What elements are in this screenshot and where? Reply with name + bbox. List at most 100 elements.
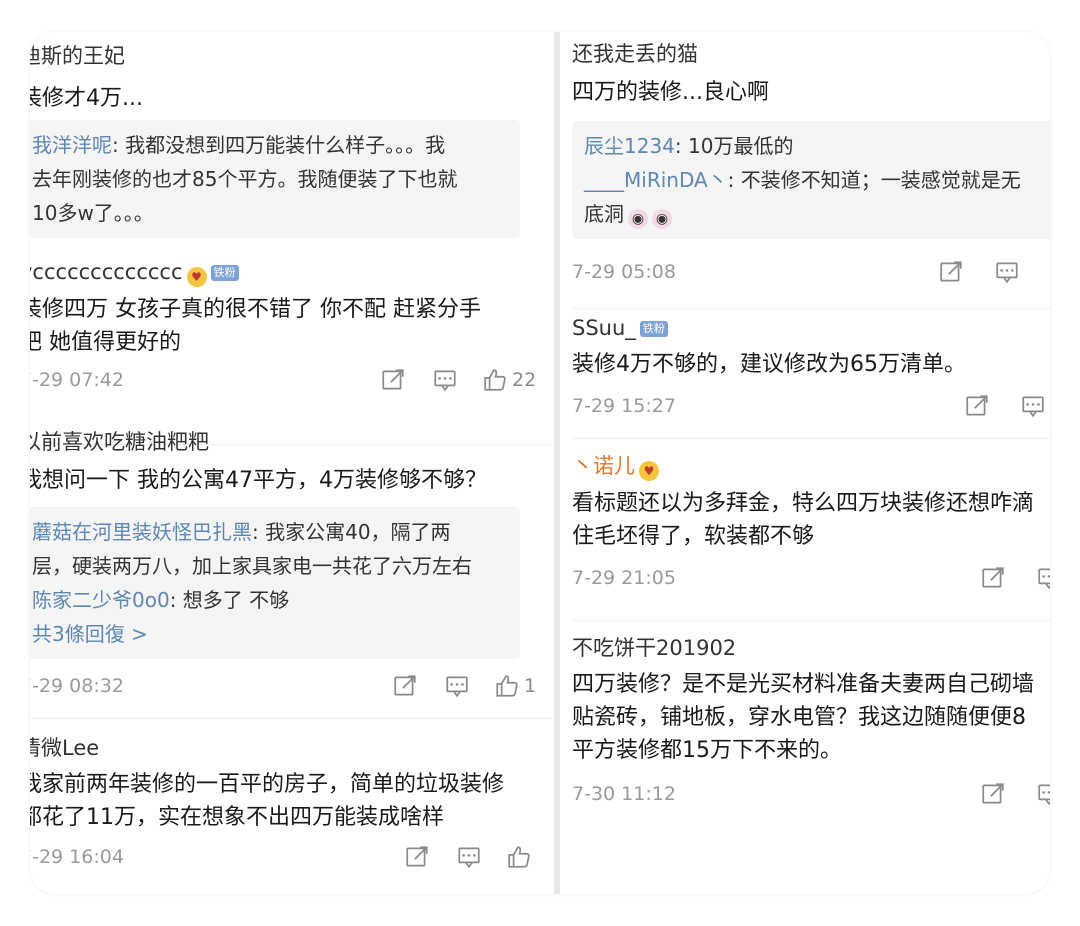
comment-icon[interactable] <box>1020 393 1046 419</box>
comment-text: 看标题还以为多拜金，特么四万块装修还想咋滴 <box>572 491 1035 516</box>
timestamp: 7-29 08:32 <box>30 675 124 697</box>
divider-line <box>572 308 1050 309</box>
like-button[interactable] <box>506 844 532 870</box>
comment-meta: 7-29 21:05 <box>572 565 1050 595</box>
share-icon[interactable] <box>980 565 1006 591</box>
comment-text: 我家前两年装修的一百平的房子，简单的垃圾装修 <box>30 772 505 797</box>
comment-username[interactable]: 以前喜欢吃糖油粑粑 <box>30 428 552 456</box>
like-button[interactable]: 1 <box>494 673 536 699</box>
crying-face-emoji-icon: ◉ <box>628 209 648 229</box>
comment-icon[interactable] <box>1036 781 1050 807</box>
reply-line: 层，硬装两万八，加上家具家电一共花了六万左右 <box>32 554 472 578</box>
reply-box[interactable]: 我洋洋呢: 我都没想到四万能装什么样子。。。我 去年刚装修的也才85个平方。我随… <box>30 120 520 238</box>
reply-line: 蘑菇在河里装妖怪巴扎黑: 我家公寓40，隔了两 <box>32 520 451 544</box>
comment-username[interactable]: 清微Lee <box>30 734 552 762</box>
share-icon[interactable] <box>980 781 1006 807</box>
comment-text: 装修4万不够的，建议修改为65万清单。 <box>572 352 966 377</box>
comment-meta: 7-29 15:27 <box>572 393 1050 423</box>
like-count: 22 <box>512 369 537 391</box>
comment-text: 都花了11万，实在想象不出四万能装成啥样 <box>30 805 444 830</box>
share-icon[interactable] <box>964 393 990 419</box>
reply-line: 底洞 ◉ ◉ <box>584 197 1050 231</box>
timestamp: 7-29 15:27 <box>572 395 676 417</box>
comment-icon[interactable] <box>994 259 1020 285</box>
share-icon[interactable] <box>404 844 430 870</box>
reply-line: 10多w了。。。 <box>32 201 154 225</box>
timestamp: 7-29 21:05 <box>572 567 676 589</box>
heart-emoji-icon: ♥ <box>639 461 659 481</box>
share-icon[interactable] <box>938 259 964 285</box>
comment-meta: 7-29 16:04 <box>30 844 542 874</box>
comment-username[interactable]: 还我走丢的猫 <box>572 40 1050 68</box>
view-more-replies-link[interactable]: 共3條回復 > <box>32 617 508 651</box>
reply-box[interactable]: 蘑菇在河里装妖怪巴扎黑: 我家公寓40，隔了两 层，硬装两万八，加上家具家电一共… <box>30 507 520 659</box>
comment-item: SSuu_ 铁粉 装修4万不够的，建议修改为65万清单。 7-29 15:27 <box>572 314 1050 423</box>
divider-line <box>572 438 1050 439</box>
share-icon[interactable] <box>380 367 406 393</box>
timestamp: 7-30 11:12 <box>572 783 676 805</box>
comment-meta: 7-29 07:42 22 <box>30 367 542 397</box>
comment-username[interactable]: SSuu_ 铁粉 <box>572 314 1050 342</box>
comment-text: 四万的装修...良心啊 <box>572 80 769 105</box>
thumbs-up-icon <box>484 369 506 391</box>
like-button[interactable] <box>1048 259 1050 285</box>
comment-text: 装修才4万... <box>30 86 143 111</box>
comment-text: 我想问一下 我的公寓47平方，4万装修够不够？ <box>30 468 487 493</box>
timestamp: 7-29 07:42 <box>30 369 124 391</box>
thumbs-up-icon <box>508 846 530 868</box>
fan-badge: 铁粉 <box>210 265 239 281</box>
screenshot-collage: 迪斯的王妃 装修才4万... 我洋洋呢: 我都没想到四万能装什么样子。。。我 去… <box>30 32 1050 894</box>
comment-meta: 7-30 11:12 <box>572 781 1050 811</box>
comment-icon[interactable] <box>444 673 470 699</box>
comment-item: 不吃饼干201902 四万装修？是不是光买材料准备夫妻两自己砌墙 贴瓷砖，铺地板… <box>572 634 1050 811</box>
comment-item: 丶诺儿 ♥ 看标题还以为多拜金，特么四万块装修还想咋滴 住毛坯得了，软装都不够 7… <box>572 452 1050 595</box>
divider-line <box>572 620 1050 621</box>
left-comment-column: 迪斯的王妃 装修才4万... 我洋洋呢: 我都没想到四万能装什么样子。。。我 去… <box>30 32 552 894</box>
reply-username[interactable]: ____MiRinDA丶 <box>584 168 728 192</box>
comment-icon[interactable] <box>1036 565 1050 591</box>
comment-username[interactable]: 丶诺儿 ♥ <box>572 452 1050 481</box>
reply-username[interactable]: 陈家二少爷0o0 <box>32 588 170 612</box>
reply-username[interactable]: 我洋洋呢 <box>32 133 112 157</box>
comment-icon[interactable] <box>432 367 458 393</box>
comment-text: 吧 她值得更好的 <box>30 330 181 355</box>
comment-username[interactable]: yccccccccccccc ♥ 铁粉 <box>30 258 552 287</box>
reply-line: 陈家二少爷0o0: 想多了 不够 <box>32 588 290 612</box>
heart-emoji-icon: ♥ <box>186 267 207 287</box>
comment-text: 贴瓷砖，铺地板，穿水电管？我这边随随便便8 <box>572 705 1026 730</box>
comment-item: 还我走丢的猫 四万的装修...良心啊 辰尘1234: 10万最低的 ____Mi… <box>572 40 1050 289</box>
reply-line: 我洋洋呢: 我都没想到四万能装什么样子。。。我 <box>32 133 446 157</box>
reply-line: 辰尘1234: 10万最低的 <box>584 134 794 158</box>
column-divider <box>554 32 560 894</box>
comment-text: 平方装修都15万下不来的。 <box>572 738 842 763</box>
comment-item: 迪斯的王妃 装修才4万... <box>30 42 552 115</box>
comment-item: 清微Lee 我家前两年装修的一百平的房子，简单的垃圾装修 都花了11万，实在想象… <box>30 734 552 874</box>
timestamp: 7-29 05:08 <box>572 261 676 283</box>
comment-text: 住毛坯得了，软装都不够 <box>572 524 815 549</box>
comment-item: yccccccccccccc ♥ 铁粉 装修四万 女孩子真的很不错了 你不配 赶紧分… <box>30 258 552 397</box>
reply-username[interactable]: 辰尘1234 <box>584 134 675 158</box>
reply-username[interactable]: 蘑菇在河里装妖怪巴扎黑 <box>32 520 252 544</box>
comment-text: 四万装修？是不是光买材料准备夫妻两自己砌墙 <box>572 672 1035 697</box>
right-comment-column: 还我走丢的猫 四万的装修...良心啊 辰尘1234: 10万最低的 ____Mi… <box>562 32 1050 894</box>
comment-meta: 7-29 08:32 1 <box>30 673 542 703</box>
fan-badge: 铁粉 <box>639 321 668 337</box>
reply-line: ____MiRinDA丶: 不装修不知道；一装感觉就是无 <box>584 168 1021 192</box>
like-count: 1 <box>524 675 537 697</box>
comment-username[interactable]: 不吃饼干201902 <box>572 634 1050 662</box>
thumbs-up-icon <box>496 675 518 697</box>
share-icon[interactable] <box>392 673 418 699</box>
timestamp: 7-29 16:04 <box>30 846 124 868</box>
reply-box[interactable]: 辰尘1234: 10万最低的 ____MiRinDA丶: 不装修不知道；一装感觉… <box>572 121 1050 239</box>
comment-meta: 7-29 05:08 <box>572 259 1050 289</box>
like-button[interactable]: 22 <box>482 367 536 393</box>
comment-text: 装修四万 女孩子真的很不错了 你不配 赶紧分手 <box>30 297 481 322</box>
crying-face-emoji-icon: ◉ <box>652 209 672 229</box>
comment-username[interactable]: 迪斯的王妃 <box>30 42 552 70</box>
reply-line: 去年刚装修的也才85个平方。我随便装了下也就 <box>32 167 458 191</box>
thumbs-up-icon <box>1048 259 1050 285</box>
comment-icon[interactable] <box>456 844 482 870</box>
reply-thread: 我洋洋呢: 我都没想到四万能装什么样子。。。我 去年刚装修的也才85个平方。我随… <box>30 120 552 238</box>
comment-item: 以前喜欢吃糖油粑粑 我想问一下 我的公寓47平方，4万装修够不够？ 蘑菇在河里装… <box>30 428 552 703</box>
divider-line <box>30 718 552 719</box>
